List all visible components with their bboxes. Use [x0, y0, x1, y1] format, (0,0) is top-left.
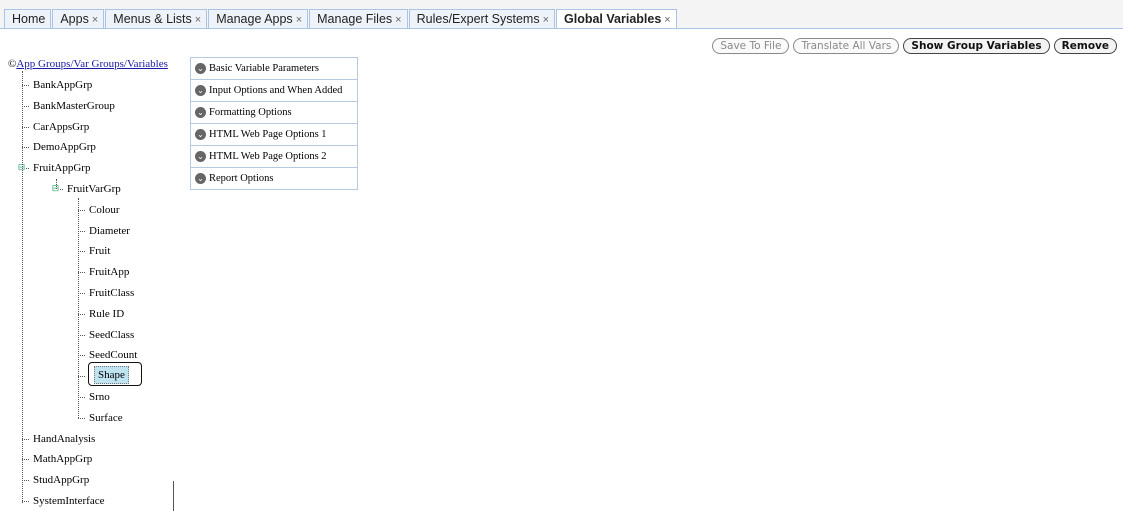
accordion-label: Report Options: [209, 173, 274, 184]
chevron-down-icon: ⌄: [195, 129, 206, 140]
tree-branch: [22, 126, 29, 128]
tree-node-label[interactable]: MathAppGrp: [33, 451, 92, 467]
close-icon[interactable]: ×: [296, 14, 302, 26]
accordion-basic-variable-parameters[interactable]: ⌄ Basic Variable Parameters: [190, 57, 358, 79]
toolbar-actions: Save To File Translate All Vars Show Gro…: [712, 38, 1117, 54]
tree-branch: [78, 334, 85, 336]
tree-node-label[interactable]: SystemInterface: [33, 493, 104, 509]
close-icon[interactable]: ×: [92, 14, 98, 26]
tree-branch: [78, 293, 85, 294]
tree-branch: [22, 105, 29, 107]
tree-node-label[interactable]: HandAnalysis: [33, 431, 95, 447]
tree-branch: [22, 459, 29, 461]
show-group-variables-button[interactable]: Show Group Variables: [903, 38, 1050, 54]
accordion-label: Input Options and When Added: [209, 85, 343, 96]
close-icon[interactable]: ×: [543, 14, 549, 26]
tree-node-label[interactable]: Diameter: [89, 223, 130, 239]
tree-branch: [22, 147, 29, 149]
accordion-label: Formatting Options: [209, 107, 292, 118]
chevron-down-icon: ⌄: [195, 63, 206, 74]
tree-branch: [78, 355, 85, 357]
tree-branch: [78, 272, 85, 274]
tree-connector: [56, 179, 57, 189]
variable-tree: ©App Groups/Var Groups/Variables BankApp…: [0, 55, 180, 511]
tab-label: Rules/Expert Systems: [416, 12, 540, 26]
tree-node-label[interactable]: FruitVarGrp: [67, 181, 121, 197]
chevron-down-icon: ⌄: [195, 173, 206, 184]
tab-label: Manage Apps: [216, 12, 293, 26]
tab-label: Global Variables: [564, 12, 662, 26]
chevron-down-icon: ⌄: [195, 85, 206, 96]
tree-root[interactable]: ©App Groups/Var Groups/Variables: [8, 58, 168, 70]
tree-branch: [78, 313, 85, 315]
tree-branch: [78, 251, 85, 253]
save-to-file-button[interactable]: Save To File: [712, 38, 790, 54]
accordion-formatting-options[interactable]: ⌄ Formatting Options: [190, 101, 358, 123]
tab-label: Manage Files: [317, 12, 393, 26]
remove-button[interactable]: Remove: [1053, 38, 1117, 54]
tree-node-label[interactable]: StudAppGrp: [33, 472, 89, 488]
close-icon[interactable]: ×: [395, 14, 401, 26]
tree-node-label[interactable]: Srno: [89, 389, 110, 405]
tab-home[interactable]: Home: [4, 9, 52, 28]
tree-branch: [78, 376, 85, 378]
tree-branch: [22, 480, 29, 482]
accordion-input-options-and-when-added[interactable]: ⌄ Input Options and When Added: [190, 79, 358, 101]
tree-node-label[interactable]: Fruit: [89, 243, 110, 259]
chevron-down-icon: ⌄: [195, 151, 206, 162]
tab-bar: Home Apps × Menus & Lists × Manage Apps × Manag…: [0, 0, 1123, 29]
tree-branch: [78, 397, 85, 398]
tree-node-label[interactable]: FruitApp: [89, 264, 129, 280]
tab-manage-apps[interactable]: Manage Apps ×: [208, 9, 309, 28]
tab-label: Home: [12, 12, 46, 26]
tree-node-label[interactable]: SeedClass: [89, 327, 134, 343]
tab-global-variables[interactable]: Global Variables ×: [556, 9, 677, 29]
tree-scrollbar[interactable]: [173, 481, 174, 511]
tab-label: Apps: [60, 12, 89, 26]
variable-options-accordion: ⌄ Basic Variable Parameters ⌄ Input Options…: [190, 57, 358, 190]
tree-node-label[interactable]: FruitClass: [89, 285, 134, 301]
close-icon[interactable]: ×: [195, 14, 201, 26]
tree-node-label[interactable]: BankMasterGroup: [33, 98, 115, 114]
tree-node-label[interactable]: FruitAppGrp: [33, 160, 90, 176]
tree-branch: [22, 501, 29, 502]
tree-connector: [22, 71, 23, 503]
tab-rules-expert-systems[interactable]: Rules/Expert Systems ×: [408, 9, 556, 28]
tab-manage-files[interactable]: Manage Files ×: [309, 9, 408, 28]
tab-strip: Home Apps × Menus & Lists × Manage Apps × Manag…: [4, 9, 678, 29]
tree-branch: [78, 209, 85, 211]
tab-label: Menus & Lists: [113, 12, 192, 26]
selected-variable-frame[interactable]: Shape: [88, 362, 142, 386]
chevron-down-icon: ⌄: [195, 107, 206, 118]
tree-node-label[interactable]: Colour: [89, 202, 120, 218]
tab-menus-lists[interactable]: Menus & Lists ×: [105, 9, 208, 28]
tree-node-label[interactable]: Rule ID: [89, 306, 124, 322]
accordion-label: Basic Variable Parameters: [209, 63, 320, 74]
close-icon[interactable]: ×: [664, 14, 670, 26]
accordion-report-options[interactable]: ⌄ Report Options: [190, 167, 358, 190]
tree-node-label[interactable]: SeedCount: [89, 347, 137, 363]
tree-node-label[interactable]: BankAppGrp: [33, 77, 92, 93]
tree-branch: [22, 85, 29, 86]
tree-branch: [78, 230, 85, 232]
tree-connector: [78, 197, 79, 418]
tree-branch: [22, 438, 29, 440]
tree-root-link[interactable]: App Groups/Var Groups/Variables: [16, 58, 168, 70]
tree-node-label[interactable]: Surface: [89, 410, 123, 426]
tab-apps[interactable]: Apps ×: [52, 9, 105, 28]
selected-variable-label[interactable]: Shape: [94, 366, 129, 384]
tree-node-label[interactable]: CarAppsGrp: [33, 119, 89, 135]
accordion-label: HTML Web Page Options 1: [209, 129, 327, 140]
tree-branch: [78, 417, 85, 419]
tab-bar-divider: [0, 28, 1123, 29]
accordion-html-web-page-options-2[interactable]: ⌄ HTML Web Page Options 2: [190, 145, 358, 167]
tree-node-label[interactable]: DemoAppGrp: [33, 139, 96, 155]
translate-all-vars-button[interactable]: Translate All Vars: [793, 38, 900, 54]
accordion-html-web-page-options-1[interactable]: ⌄ HTML Web Page Options 1: [190, 123, 358, 145]
accordion-label: HTML Web Page Options 2: [209, 151, 327, 162]
